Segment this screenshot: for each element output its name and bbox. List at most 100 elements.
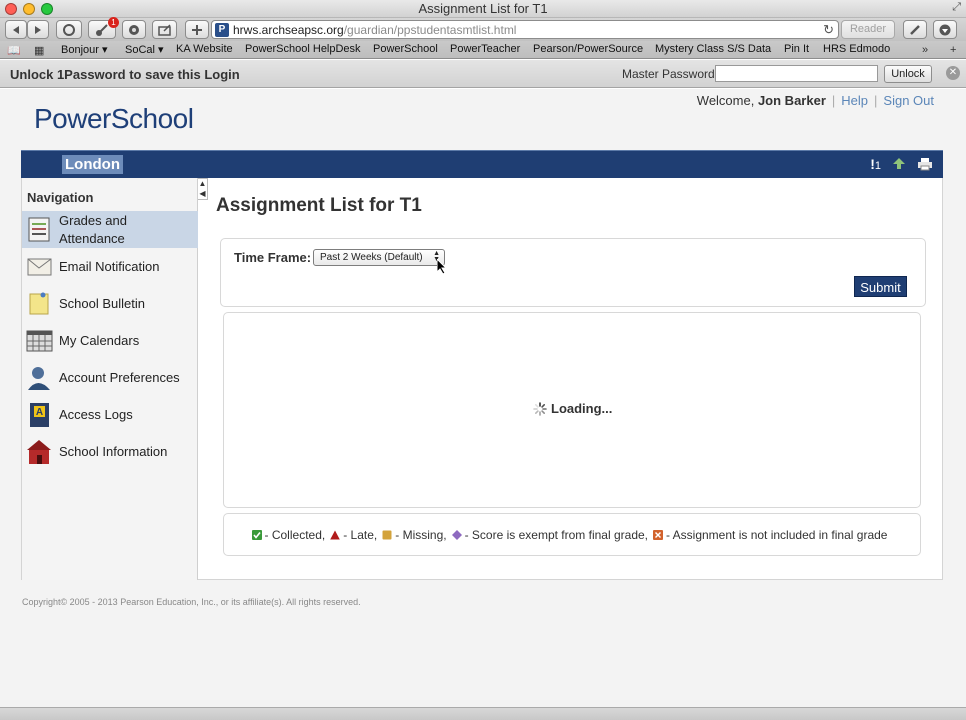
bookmark-item[interactable]: KA Website	[176, 43, 233, 55]
window-title: Assignment List for T1	[418, 1, 548, 16]
svg-text:A: A	[36, 407, 43, 418]
share-button[interactable]	[152, 20, 177, 39]
bookmark-item[interactable]: Pin It	[784, 43, 809, 55]
history-icon	[63, 23, 75, 36]
nav-label: Email Notification	[59, 258, 160, 274]
grades-icon	[28, 217, 50, 242]
legend-missing: - Missing,	[382, 528, 447, 542]
download-icon	[939, 24, 951, 35]
1password-button[interactable]: 1	[88, 17, 119, 39]
bookmark-item[interactable]: HRS Edmodo	[823, 43, 890, 55]
main-content: Assignment List for T1 Time Frame: Past …	[199, 178, 943, 580]
nav-label: School Information	[59, 443, 168, 459]
legend-box: - Collected, - Late, - Missing, - Score …	[223, 513, 921, 556]
nav-item-my-calendars[interactable]: My Calendars	[22, 322, 198, 359]
nav-label: Account Preferences	[59, 369, 180, 385]
master-password-input[interactable]	[715, 65, 878, 82]
help-link[interactable]: Help	[841, 93, 868, 108]
school-name[interactable]: London	[62, 155, 123, 174]
forward-button[interactable]	[27, 20, 49, 39]
separator: |	[831, 93, 836, 108]
compose-button[interactable]	[903, 20, 927, 39]
bookmarks-bar: 📖 ▦ Bonjour ▾ SoCal ▾ KA Website PowerSc…	[0, 41, 966, 59]
powerschool-page: PowerSchool Welcome, Jon Barker | Help | Sig…	[0, 89, 966, 707]
nav-label: Access Logs	[59, 406, 133, 422]
address-bar[interactable]: P hrws.archseapsc.org/guardian/ppstudent…	[211, 20, 839, 39]
onepassword-message: Unlock 1Password to save this Login	[10, 67, 240, 82]
missing-square-icon	[382, 530, 392, 539]
fullscreen-icon[interactable]: ⤢	[952, 1, 961, 14]
user-icon	[28, 367, 50, 390]
top-sites-icon[interactable]: ▦	[34, 44, 44, 57]
legend-collected: - Collected,	[251, 528, 325, 542]
pencil-icon	[910, 24, 920, 35]
exempt-diamond-icon	[451, 529, 462, 540]
late-triangle-icon	[330, 530, 341, 539]
browser-toolbar: 1 P hrws.archseapsc.org/guardian/ppstude…	[0, 17, 966, 41]
mouse-cursor-icon	[437, 259, 447, 275]
ghost-icon	[129, 24, 139, 35]
nav-label: Grades and Attendance	[59, 212, 127, 246]
collected-check-icon	[251, 529, 262, 540]
nav-item-school-information[interactable]: School Information	[22, 433, 198, 470]
bookmark-item[interactable]: Mystery Class S/S Data	[655, 43, 771, 55]
nav-item-grades-attendance[interactable]: Grades and Attendance	[22, 211, 198, 248]
copyright-text: Copyright© 2005 - 2013 Pearson Education…	[22, 597, 361, 607]
back-button[interactable]	[5, 20, 27, 39]
school-bar: London !1	[21, 150, 943, 178]
bookmark-item[interactable]: Bonjour ▾	[61, 43, 108, 56]
onepassword-bar: Unlock 1Password to save this Login Mast…	[0, 60, 966, 88]
assignments-panel: Loading...	[223, 312, 921, 508]
forward-arrow-icon	[35, 25, 41, 34]
legend-exempt: - Score is exempt from final grade,	[451, 528, 648, 542]
sign-out-link[interactable]: Sign Out	[883, 93, 934, 108]
bulletin-icon	[29, 292, 49, 315]
print-icon[interactable]	[917, 157, 933, 171]
downloads-button[interactable]	[933, 20, 957, 39]
nav-item-school-bulletin[interactable]: School Bulletin	[22, 285, 198, 322]
history-button[interactable]	[56, 20, 82, 39]
spinner-icon	[533, 401, 547, 416]
reload-icon[interactable]: ↻	[823, 22, 834, 38]
ghostery-button[interactable]	[122, 20, 146, 39]
submit-button[interactable]: Submit	[854, 276, 907, 297]
add-tab-icon[interactable]: +	[950, 44, 956, 56]
bookmark-item[interactable]: PowerSchool	[373, 43, 438, 55]
bookmark-item[interactable]: PowerSchool HelpDesk	[245, 43, 361, 55]
loading-text: Loading...	[551, 401, 613, 416]
nav-heading: Navigation	[27, 190, 94, 205]
school-house-icon	[27, 440, 51, 464]
time-frame-select[interactable]: Past 2 Weeks (Default) ▲▼	[313, 249, 445, 266]
user-bar: Welcome, Jon Barker | Help | Sign Out	[697, 93, 934, 108]
notification-badge: 1	[108, 17, 119, 28]
legend: - Collected, - Late, - Missing, - Score …	[224, 514, 920, 555]
bookmark-item[interactable]: SoCal ▾	[125, 43, 164, 56]
plus-icon	[192, 24, 202, 35]
bookmark-item[interactable]: Pearson/PowerSource	[533, 43, 643, 55]
content-area: Navigation Grades and Attendance Email N…	[21, 178, 943, 580]
bookmark-item[interactable]: PowerTeacher	[450, 43, 520, 55]
more-bookmarks-icon[interactable]: »	[922, 44, 928, 56]
close-bar-icon[interactable]: ✕	[946, 66, 960, 80]
nav-item-email-notification[interactable]: Email Notification	[22, 248, 198, 285]
powerschool-logo[interactable]: PowerSchool	[34, 103, 194, 135]
download-app-icon[interactable]	[891, 157, 907, 171]
loading-indicator: Loading...	[533, 401, 612, 416]
nav-item-access-logs[interactable]: A Access Logs	[22, 396, 198, 433]
share-icon	[157, 23, 171, 36]
excluded-x-icon	[653, 529, 663, 540]
window-titlebar: Assignment List for T1 ⤢	[0, 0, 966, 18]
legend-not-included: - Assignment is not included in final gr…	[653, 528, 887, 542]
reading-list-icon[interactable]: 📖	[7, 44, 21, 57]
site-favicon-icon: P	[215, 23, 229, 37]
key-icon	[96, 23, 108, 36]
nav-item-account-preferences[interactable]: Account Preferences	[22, 359, 198, 396]
reader-button[interactable]: Reader	[841, 20, 895, 39]
separator: |	[874, 93, 878, 108]
alerts-button[interactable]: !1	[870, 156, 881, 172]
sidebar-nav: Navigation Grades and Attendance Email N…	[22, 178, 198, 580]
unlock-button[interactable]: Unlock	[884, 65, 932, 83]
new-tab-button[interactable]	[185, 20, 209, 39]
log-book-icon: A	[30, 403, 49, 427]
bar-icons: !1	[870, 156, 933, 172]
